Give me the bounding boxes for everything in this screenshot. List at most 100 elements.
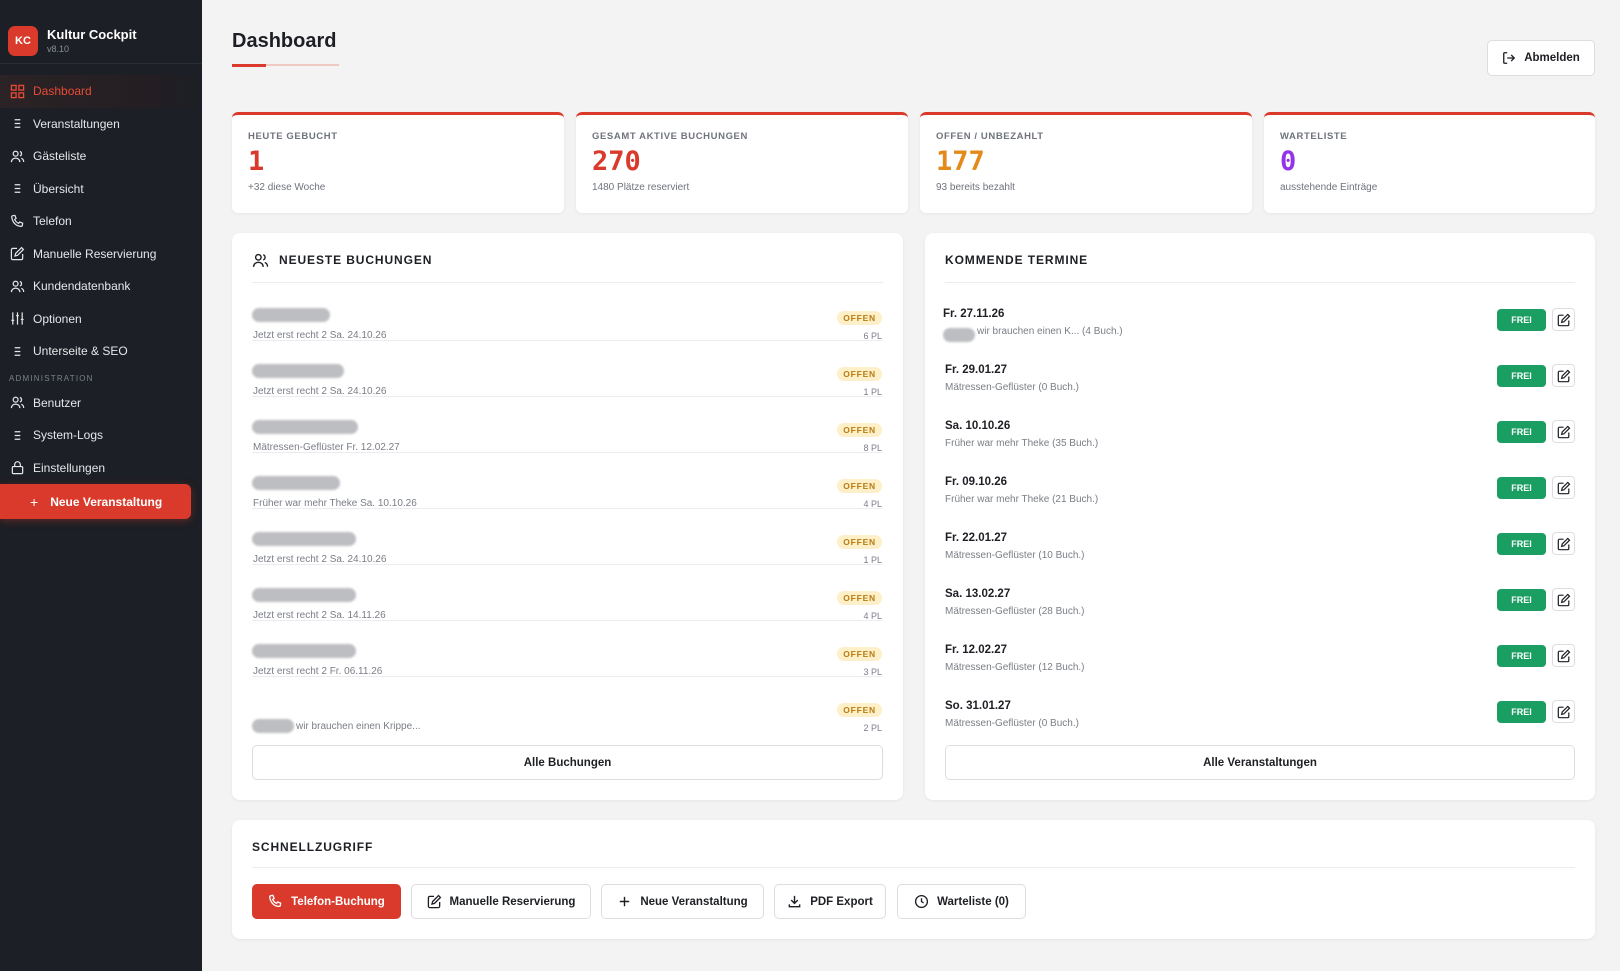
event-row[interactable]: Fr. 09.10.26 Früher war mehr Theke (21 B… — [945, 465, 1575, 521]
edit-icon — [1557, 649, 1570, 662]
list-icon — [9, 116, 25, 132]
users-icon — [9, 278, 25, 294]
blurred-name — [252, 476, 340, 490]
users-icon — [9, 395, 25, 411]
status-badge: FREI — [1497, 309, 1546, 331]
stat-card-gesamt-aktive-buchungen: GESAMT AKTIVE BUCHUNGEN 270 1480 Plätze … — [576, 112, 908, 213]
event-row[interactable]: So. 31.01.27 Mätressen-Geflüster (0 Buch… — [945, 689, 1575, 745]
status-badge: FREI — [1497, 365, 1546, 387]
edit-icon — [9, 246, 25, 262]
pdf-export-button[interactable]: PDF Export — [774, 884, 886, 919]
all-events-button[interactable]: Alle Veranstaltungen — [945, 745, 1575, 780]
edit-event-button[interactable] — [1552, 644, 1575, 667]
sidebar-item-uebersicht[interactable]: Übersicht — [0, 173, 202, 206]
status-badge: FREI — [1497, 477, 1546, 499]
panel-kommende-termine: KOMMENDE TERMINE Fr. 27.11.26 wir brauch… — [925, 233, 1595, 800]
booking-event: Jetzt erst recht 2 Sa. 24.10.26 — [253, 386, 387, 397]
booking-row[interactable]: Jetzt erst recht 2 Sa. 14.11.26 OFFEN 4 … — [252, 565, 883, 621]
status-badge: FREI — [1497, 533, 1546, 555]
new-event-button[interactable]: + Neue Veranstaltung — [0, 484, 191, 519]
booking-row[interactable]: Jetzt erst recht 2 Fr. 06.11.26 OFFEN 3 … — [252, 621, 883, 677]
status-badge: FREI — [1497, 589, 1546, 611]
sidebar-item-manuelle-reservierung[interactable]: Manuelle Reservierung — [0, 238, 202, 271]
button-label: PDF Export — [810, 895, 873, 908]
stat-sub: +32 diese Woche — [248, 182, 326, 193]
sidebar-item-optionen[interactable]: Optionen — [0, 303, 202, 336]
sidebar-item-dashboard[interactable]: Dashboard — [0, 75, 202, 108]
panel-header: NEUESTE BUCHUNGEN — [252, 253, 883, 283]
booking-seats: 2 PL — [863, 723, 882, 733]
status-badge: OFFEN — [837, 367, 882, 381]
booking-row[interactable]: Früher war mehr Theke Sa. 10.10.26 OFFEN… — [252, 453, 883, 509]
booking-row[interactable]: Mätressen-Geflüster Fr. 12.02.27 OFFEN 8… — [252, 397, 883, 453]
event-info: Mätressen-Geflüster (12 Buch.) — [945, 662, 1085, 673]
sidebar-item-unterseite-seo[interactable]: Unterseite & SEO — [0, 335, 202, 368]
all-bookings-button[interactable]: Alle Buchungen — [252, 745, 883, 780]
edit-event-button[interactable] — [1552, 700, 1575, 723]
stat-label: WARTELISTE — [1280, 131, 1348, 142]
button-label: Warteliste (0) — [937, 895, 1009, 908]
event-info: Mätressen-Geflüster (0 Buch.) — [945, 382, 1079, 393]
booking-row[interactable]: wir brauchen einen Krippe... OFFEN 2 PL — [252, 677, 883, 733]
logout-button[interactable]: Abmelden — [1487, 40, 1595, 76]
brand[interactable]: KC Kultur Cockpit v8.10 — [0, 0, 202, 64]
sidebar-item-kundendatenbank[interactable]: Kundendatenbank — [0, 270, 202, 303]
plus-icon: + — [30, 493, 39, 510]
panel-title: NEUESTE BUCHUNGEN — [279, 253, 433, 267]
sidebar-item-telefon[interactable]: Telefon — [0, 205, 202, 238]
status-badge: OFFEN — [837, 703, 882, 717]
waitlist-button[interactable]: Warteliste (0) — [897, 884, 1026, 919]
booking-row[interactable]: Jetzt erst recht 2 Sa. 24.10.26 OFFEN 6 … — [252, 285, 883, 341]
event-date: So. 31.01.27 — [945, 700, 1011, 712]
stat-card-warteliste: WARTELISTE 0 ausstehende Einträge — [1264, 112, 1595, 213]
logout-icon — [1503, 52, 1516, 64]
event-info: Mätressen-Geflüster (10 Buch.) — [945, 550, 1085, 561]
blurred-name — [252, 364, 344, 378]
status-badge: OFFEN — [837, 311, 882, 325]
edit-event-button[interactable] — [1552, 420, 1575, 443]
list-icon — [9, 181, 25, 197]
booking-seats: 4 PL — [863, 499, 882, 509]
status-badge: OFFEN — [837, 423, 882, 437]
panel-header: SCHNELLZUGRIFF — [252, 840, 1575, 868]
event-info: Früher war mehr Theke (35 Buch.) — [945, 438, 1099, 449]
event-row[interactable]: Fr. 22.01.27 Mätressen-Geflüster (10 Buc… — [945, 521, 1575, 577]
edit-icon — [1557, 705, 1570, 718]
stat-label: GESAMT AKTIVE BUCHUNGEN — [592, 131, 748, 142]
event-row[interactable]: Fr. 12.02.27 Mätressen-Geflüster (12 Buc… — [945, 633, 1575, 689]
list-icon — [9, 343, 25, 359]
new-event-quick-button[interactable]: Neue Veranstaltung — [601, 884, 764, 919]
phone-booking-button[interactable]: Telefon-Buchung — [252, 884, 401, 919]
edit-event-button[interactable] — [1552, 308, 1575, 331]
event-date: Sa. 13.02.27 — [945, 588, 1011, 600]
event-row[interactable]: Sa. 13.02.27 Mätressen-Geflüster (28 Buc… — [945, 577, 1575, 633]
booking-row[interactable]: Jetzt erst recht 2 Sa. 24.10.26 OFFEN 1 … — [252, 509, 883, 565]
download-icon — [788, 895, 801, 908]
event-date: Sa. 10.10.26 — [945, 420, 1011, 432]
sidebar-item-label: Einstellungen — [33, 460, 106, 475]
sidebar-item-label: Gästeliste — [33, 149, 87, 164]
manual-reservation-button[interactable]: Manuelle Reservierung — [411, 884, 591, 919]
title-underline — [232, 64, 339, 67]
edit-event-button[interactable] — [1552, 476, 1575, 499]
event-row[interactable]: Sa. 10.10.26 Früher war mehr Theke (35 B… — [945, 409, 1575, 465]
sidebar-item-benutzer[interactable]: Benutzer — [0, 387, 202, 420]
sidebar-item-einstellungen[interactable]: Einstellungen — [0, 452, 202, 485]
brand-logo: KC — [8, 25, 38, 56]
edit-event-button[interactable] — [1552, 532, 1575, 555]
booking-seats: 6 PL — [863, 331, 882, 341]
status-badge: FREI — [1497, 421, 1546, 443]
event-row[interactable]: Fr. 27.11.26 wir brauchen einen K... (4 … — [943, 297, 1575, 353]
edit-event-button[interactable] — [1552, 588, 1575, 611]
sidebar-item-system-logs[interactable]: System-Logs — [0, 419, 202, 452]
sidebar-item-label: Kundendatenbank — [33, 279, 131, 294]
booking-row[interactable]: Jetzt erst recht 2 Sa. 24.10.26 OFFEN 1 … — [252, 341, 883, 397]
brand-name: Kultur Cockpit — [47, 27, 137, 42]
sidebar-item-veranstaltungen[interactable]: Veranstaltungen — [0, 108, 202, 141]
edit-event-button[interactable] — [1552, 364, 1575, 387]
event-row[interactable]: Fr. 29.01.27 Mätressen-Geflüster (0 Buch… — [945, 353, 1575, 409]
stat-sub: 93 bereits bezahlt — [936, 182, 1015, 193]
sidebar-item-gaesteliste[interactable]: Gästeliste — [0, 140, 202, 173]
list-icon — [9, 427, 25, 443]
event-info: Mätressen-Geflüster (28 Buch.) — [945, 606, 1085, 617]
